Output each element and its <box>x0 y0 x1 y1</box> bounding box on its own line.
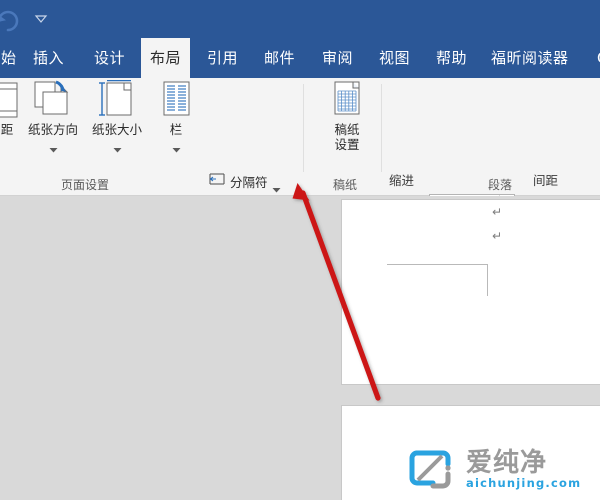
tab-view[interactable]: 视图 <box>370 38 419 78</box>
manuscript-label-line2: 设置 <box>334 137 360 152</box>
group-label-page-setup: 页面设置 <box>60 178 109 192</box>
redo-icon[interactable] <box>0 6 20 32</box>
page-size-icon <box>86 79 148 122</box>
margin-corner-marker <box>387 264 488 296</box>
brand-url: aichunjing.com <box>466 475 582 490</box>
manuscript-settings-button[interactable]: 稿纸 设置 <box>318 80 376 152</box>
ribbon-tab-strip: 始 插入 设计 布局 引用 邮件 审阅 视图 帮助 福昕阅读器 Q <box>0 38 600 78</box>
word-application-window: 始 插入 设计 布局 引用 邮件 审阅 视图 帮助 福昕阅读器 Q 距 <box>0 0 600 500</box>
orientation-label: 纸张方向 <box>27 122 78 137</box>
group-label-manuscript: 稿纸 <box>332 178 357 192</box>
columns-icon <box>152 80 200 122</box>
ribbon: 距 纸张方向 纸张大小 栏 分隔符 页面设置 稿纸 设置 稿纸 缩进 间距 段落 <box>0 78 600 273</box>
brand-name-cn: 爱纯净 <box>466 447 548 478</box>
page-size-label: 纸张大小 <box>91 122 142 137</box>
columns-button[interactable]: 栏 <box>152 80 200 153</box>
breaks-label: 分隔符 <box>230 174 268 190</box>
manuscript-grid-icon <box>318 80 376 122</box>
group-separator <box>303 84 304 172</box>
document-page-1[interactable]: ↵ ↵ <box>341 199 600 385</box>
group-separator <box>381 84 382 172</box>
tab-layout[interactable]: 布局 <box>141 38 191 78</box>
tab-review[interactable]: 审阅 <box>313 38 362 78</box>
watermark-text: 爱纯净 aichunjing.com <box>466 450 581 490</box>
tab-help[interactable]: 帮助 <box>427 38 476 78</box>
chevron-down-icon[interactable] <box>33 13 49 25</box>
chevron-down-icon[interactable] <box>172 138 181 153</box>
manuscript-label-line1: 稿纸 <box>334 122 360 137</box>
tab-foxit-reader[interactable]: 福昕阅读器 <box>482 38 578 78</box>
tab-search[interactable]: Q <box>588 38 600 78</box>
tab-mailings[interactable]: 邮件 <box>255 38 304 78</box>
tab-design[interactable]: 设计 <box>85 38 134 78</box>
watermark-logo: 爱纯净 aichunjing.com <box>409 447 581 492</box>
page-size-button[interactable]: 纸张大小 <box>86 79 148 153</box>
tab-insert[interactable]: 插入 <box>24 38 73 78</box>
tab-home[interactable]: 始 <box>0 38 26 78</box>
paragraph-mark: ↵ <box>492 229 503 243</box>
chevron-down-icon[interactable] <box>272 178 281 193</box>
group-label-paragraph: 段落 <box>487 178 512 192</box>
chevron-down-icon[interactable] <box>49 138 58 153</box>
breaks-icon <box>208 171 226 191</box>
columns-label: 栏 <box>169 122 183 137</box>
tab-references[interactable]: 引用 <box>198 38 247 78</box>
breaks-button[interactable]: 分隔符 <box>208 170 281 193</box>
indent-section-title: 缩进 <box>389 173 415 188</box>
orientation-button[interactable]: 纸张方向 <box>22 80 84 153</box>
paragraph-mark: ↵ <box>492 205 503 219</box>
title-bar <box>0 0 600 38</box>
chevron-down-icon[interactable] <box>113 138 122 153</box>
aichunjing-logo-icon <box>409 447 457 492</box>
page-orientation-icon <box>22 80 84 122</box>
